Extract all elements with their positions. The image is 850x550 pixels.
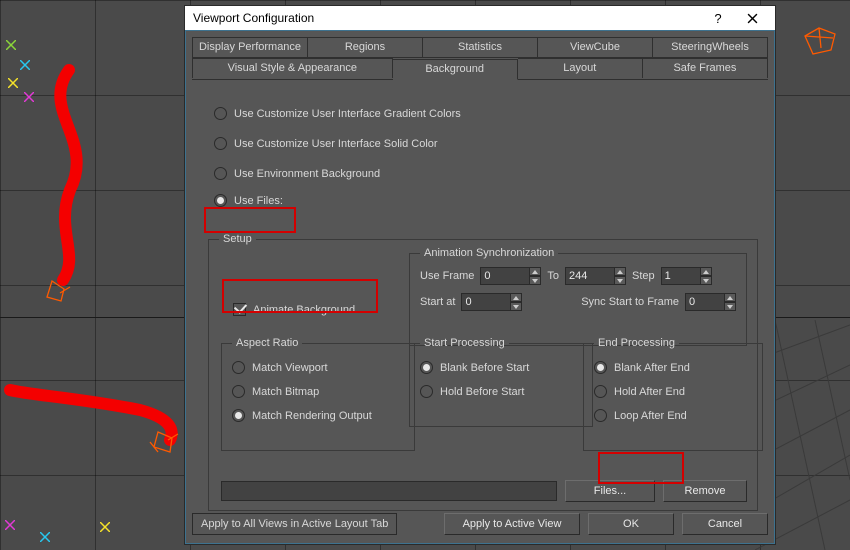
radio-label: Match Rendering Output	[252, 410, 372, 422]
to-spinner[interactable]	[565, 267, 626, 285]
radio-label: Match Bitmap	[252, 386, 319, 398]
marker-icon	[6, 40, 16, 50]
radio-label: Hold After End	[614, 386, 685, 398]
tab-background[interactable]: Background	[393, 59, 518, 80]
check-animate-background[interactable]: Animate Background	[233, 303, 355, 316]
spinner-up-icon[interactable]	[511, 293, 522, 302]
sync-start-label: Sync Start to Frame	[581, 296, 679, 308]
aspect-legend: Aspect Ratio	[232, 337, 302, 349]
marker-icon	[20, 60, 30, 70]
use-frame-input[interactable]	[480, 267, 530, 285]
remove-button[interactable]: Remove	[663, 480, 747, 502]
radio-label: Use Customize User Interface Solid Color	[234, 138, 438, 150]
cancel-button[interactable]: Cancel	[682, 513, 768, 535]
dialog-title: Viewport Configuration	[193, 11, 314, 25]
radio-match-viewport[interactable]: Match Viewport	[232, 361, 404, 374]
dialog-tabs: Display Performance Regions Statistics V…	[192, 37, 768, 80]
tab-steeringwheels[interactable]: SteeringWheels	[653, 37, 768, 58]
to-label: To	[547, 270, 559, 282]
setup-legend: Setup	[219, 233, 256, 245]
spinner-down-icon[interactable]	[530, 276, 541, 285]
close-button[interactable]	[735, 7, 769, 29]
start-processing-group: Start Processing Blank Before Start Hold…	[409, 337, 593, 427]
dialog-footer: Apply to All Views in Active Layout Tab …	[192, 513, 768, 535]
background-file-path[interactable]	[221, 481, 557, 501]
spinner-up-icon[interactable]	[725, 293, 736, 302]
spinner-down-icon[interactable]	[615, 276, 626, 285]
to-input[interactable]	[565, 267, 615, 285]
viewport-scribble	[0, 0, 200, 550]
radio-environment-bg[interactable]: Use Environment Background	[214, 167, 768, 180]
apply-all-views-button[interactable]: Apply to All Views in Active Layout Tab	[192, 513, 397, 535]
help-button[interactable]: ?	[701, 7, 735, 29]
apply-active-view-button[interactable]: Apply to Active View	[444, 513, 580, 535]
ok-button[interactable]: OK	[588, 513, 674, 535]
radio-label: Hold Before Start	[440, 386, 524, 398]
dialog-titlebar[interactable]: Viewport Configuration ?	[185, 6, 775, 30]
radio-hold-after-end[interactable]: Hold After End	[594, 385, 752, 398]
radio-label: Loop After End	[614, 410, 687, 422]
start-processing-legend: Start Processing	[420, 337, 509, 349]
spinner-up-icon[interactable]	[615, 267, 626, 276]
step-label: Step	[632, 270, 655, 282]
check-label: Animate Background	[253, 304, 355, 316]
tab-display-performance[interactable]: Display Performance	[192, 37, 308, 58]
viewport-gizmo	[797, 18, 842, 58]
marker-icon	[100, 522, 110, 532]
spinner-down-icon[interactable]	[701, 276, 712, 285]
tab-statistics[interactable]: Statistics	[423, 37, 538, 58]
start-at-input[interactable]	[461, 293, 511, 311]
radio-blank-after-end[interactable]: Blank After End	[594, 361, 752, 374]
radio-gradient-colors[interactable]: Use Customize User Interface Gradient Co…	[214, 107, 768, 120]
dialog-body: Display Performance Regions Statistics V…	[185, 30, 775, 544]
radio-label: Blank Before Start	[440, 362, 529, 374]
spinner-down-icon[interactable]	[511, 302, 522, 311]
start-at-label: Start at	[420, 296, 455, 308]
use-frame-spinner[interactable]	[480, 267, 541, 285]
sync-start-input[interactable]	[685, 293, 725, 311]
radio-label: Use Files:	[234, 195, 283, 207]
tab-layout[interactable]: Layout	[518, 58, 643, 78]
sync-start-spinner[interactable]	[685, 293, 736, 311]
radio-use-files[interactable]: Use Files:	[214, 194, 768, 207]
highlight-use-files	[204, 207, 296, 233]
end-processing-legend: End Processing	[594, 337, 679, 349]
end-processing-group: End Processing Blank After End Hold Afte…	[583, 337, 763, 451]
setup-group: Setup Animate Background Aspect Ratio Ma…	[208, 233, 758, 511]
radio-label: Match Viewport	[252, 362, 328, 374]
tab-safe-frames[interactable]: Safe Frames	[643, 58, 768, 78]
radio-match-bitmap[interactable]: Match Bitmap	[232, 385, 404, 398]
viewport-config-dialog: Viewport Configuration ? Display Perform…	[184, 5, 776, 545]
tab-regions[interactable]: Regions	[308, 37, 423, 58]
radio-match-rendering-output[interactable]: Match Rendering Output	[232, 409, 404, 422]
radio-label: Blank After End	[614, 362, 690, 374]
radio-solid-color[interactable]: Use Customize User Interface Solid Color	[214, 137, 768, 150]
radio-loop-after-end[interactable]: Loop After End	[594, 409, 752, 422]
step-input[interactable]	[661, 267, 701, 285]
radio-label: Use Customize User Interface Gradient Co…	[234, 108, 461, 120]
marker-icon	[24, 92, 34, 102]
radio-hold-before-start[interactable]: Hold Before Start	[420, 385, 582, 398]
animation-sync-group: Animation Synchronization Use Frame To S…	[409, 247, 747, 346]
tab-content: Use Customize User Interface Gradient Co…	[192, 85, 768, 505]
marker-icon	[5, 520, 15, 530]
radio-blank-before-start[interactable]: Blank Before Start	[420, 361, 582, 374]
start-at-spinner[interactable]	[461, 293, 522, 311]
use-frame-label: Use Frame	[420, 270, 474, 282]
radio-label: Use Environment Background	[234, 168, 380, 180]
tab-viewcube[interactable]: ViewCube	[538, 37, 653, 58]
aspect-ratio-group: Aspect Ratio Match Viewport Match Bitmap…	[221, 337, 415, 451]
step-spinner[interactable]	[661, 267, 712, 285]
spinner-down-icon[interactable]	[725, 302, 736, 311]
files-button[interactable]: Files...	[565, 480, 655, 502]
spinner-up-icon[interactable]	[530, 267, 541, 276]
marker-icon	[8, 78, 18, 88]
anim-sync-legend: Animation Synchronization	[420, 247, 558, 259]
marker-icon	[40, 532, 50, 542]
spinner-up-icon[interactable]	[701, 267, 712, 276]
tab-visual-style[interactable]: Visual Style & Appearance	[192, 58, 393, 78]
